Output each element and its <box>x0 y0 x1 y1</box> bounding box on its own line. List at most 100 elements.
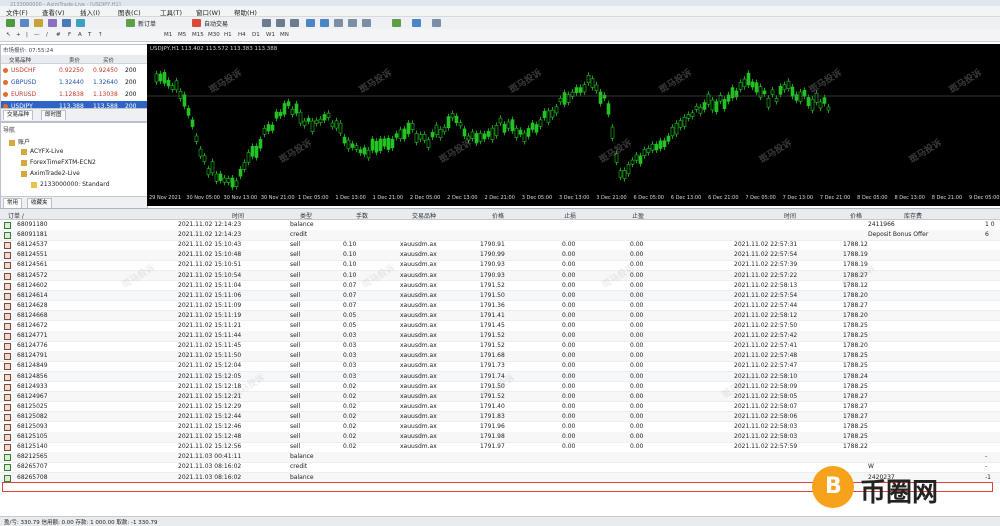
table-row[interactable]: 68124668 2021.11.02 15:11:19 sell 0.05 xauus… <box>0 310 1000 322</box>
cursor-icon[interactable]: ↖ <box>6 32 11 38</box>
quote-row[interactable]: EURUSD 1.12838 1.13038 200 <box>1 89 147 100</box>
tab-symbols[interactable]: 交易品种 <box>3 110 34 120</box>
table-row[interactable]: 68124614 2021.11.02 15:11:06 sell 0.07 xauus… <box>0 290 1000 302</box>
table-row[interactable]: 68124537 2021.11.02 15:10:43 sell 0.10 xauus… <box>0 240 1000 251</box>
tree-account-item[interactable]: ForexTimeFXTM-ECN2 <box>21 159 96 166</box>
col-price[interactable]: 价格 <box>492 211 504 220</box>
table-row[interactable]: 68125082 2021.11.02 15:12:44 sell 0.02 xauus… <box>0 411 1000 423</box>
quote-row[interactable]: USDCHF 0.92250 0.92450 200 <box>1 65 147 76</box>
shift-icon[interactable] <box>362 19 371 27</box>
menu-view[interactable]: 查看(V) <box>42 7 65 17</box>
hline-icon[interactable]: — <box>34 32 40 38</box>
header-bid[interactable]: 卖价 <box>69 56 80 64</box>
auto-trading-button[interactable]: 自动交易 <box>204 19 228 28</box>
table-row[interactable]: 68125105 2021.11.02 15:12:48 sell 0.02 xauus… <box>0 432 1000 443</box>
price-chart[interactable]: USDJPY,H1 113.402 113.572 113.383 113.38… <box>147 44 1000 206</box>
candle-body <box>814 92 819 103</box>
zoom-out-icon[interactable] <box>320 19 329 27</box>
new-order-icon[interactable] <box>126 19 135 27</box>
text-icon[interactable]: A <box>78 32 82 38</box>
header-ask[interactable]: 买价 <box>103 56 114 64</box>
indicators-icon[interactable] <box>392 19 401 27</box>
menu-file[interactable]: 文件(F) <box>6 7 28 17</box>
tf-m1[interactable]: M1 <box>164 32 172 38</box>
menu-insert[interactable]: 插入(I) <box>80 7 100 17</box>
menu-chart[interactable]: 图表(C) <box>118 7 141 17</box>
candle-body <box>246 152 251 163</box>
new-order-button[interactable]: 新订单 <box>138 19 156 28</box>
scroll-icon[interactable] <box>348 19 357 27</box>
col-time[interactable]: 时间 <box>232 211 244 220</box>
tf-h4[interactable]: H4 <box>238 32 246 38</box>
col-size[interactable]: 手数 <box>356 211 368 220</box>
header-symbol[interactable]: 交易品种 <box>9 56 31 64</box>
market-watch-icon[interactable] <box>34 19 43 27</box>
table-row[interactable]: 68124672 2021.11.02 15:11:21 sell 0.05 xauus… <box>0 321 1000 332</box>
candle-body <box>458 122 463 127</box>
table-row[interactable]: 68124791 2021.11.02 15:11:50 sell 0.03 xauus… <box>0 351 1000 362</box>
sell-deal-icon <box>4 262 11 270</box>
bar-chart-icon[interactable] <box>262 19 271 27</box>
table-row[interactable]: 68125093 2021.11.02 15:12:46 sell 0.02 xauus… <box>0 422 1000 433</box>
channel-icon[interactable]: # <box>56 32 61 38</box>
menu-tools[interactable]: 工具(T) <box>160 7 182 17</box>
table-row[interactable]: 68125140 2021.11.02 15:12:56 sell 0.02 xauus… <box>0 442 1000 453</box>
trendline-icon[interactable]: / <box>46 32 48 38</box>
arrows-icon[interactable]: ↑ <box>98 32 103 38</box>
menu-window[interactable]: 窗口(W) <box>196 7 221 17</box>
col-tp[interactable]: 止盈 <box>632 211 644 220</box>
tree-account-item[interactable]: ACYFX-Live <box>21 148 63 155</box>
tree-accounts[interactable]: 账户 <box>9 137 30 146</box>
tree-account-item[interactable]: 2133000000: Standard <box>31 181 109 188</box>
col-sl[interactable]: 止损 <box>564 211 576 220</box>
table-row[interactable]: 68125025 2021.11.02 15:12:29 sell 0.02 xauus… <box>0 402 1000 413</box>
menu-help[interactable]: 帮助(H) <box>234 7 257 17</box>
quote-row[interactable]: GBPUSD 1.32440 1.32640 200 <box>1 77 147 88</box>
tile-icon[interactable] <box>334 19 343 27</box>
periods-icon[interactable] <box>412 19 421 27</box>
tab-favorites[interactable]: 收藏夹 <box>27 198 52 208</box>
tf-d1[interactable]: D1 <box>252 32 260 38</box>
tf-m15[interactable]: M15 <box>192 32 204 38</box>
crosshair-icon[interactable]: + <box>16 32 21 38</box>
candlestick-icon[interactable] <box>276 19 285 27</box>
table-row[interactable]: 68124628 2021.11.02 15:11:09 sell 0.07 xauus… <box>0 301 1000 312</box>
navigator-icon[interactable] <box>48 19 57 27</box>
table-row[interactable]: 68124551 2021.11.02 15:10:48 sell 0.10 xauus… <box>0 250 1000 261</box>
tf-m30[interactable]: M30 <box>208 32 220 38</box>
col-type[interactable]: 类型 <box>300 211 312 220</box>
table-row[interactable]: 68124849 2021.11.02 15:12:04 sell 0.03 xauus… <box>0 361 1000 372</box>
candle-body <box>290 108 295 115</box>
tree-account-item[interactable]: AximTrade2-Live <box>21 170 80 177</box>
col-close-time[interactable]: 时间 <box>784 211 796 220</box>
auto-trading-icon[interactable] <box>192 19 201 27</box>
line-chart-icon[interactable] <box>290 19 299 27</box>
table-row[interactable]: 68124771 2021.11.02 15:11:44 sell 0.03 xauus… <box>0 331 1000 342</box>
table-row[interactable]: 68091181 2021.11.02 12:14:23 credit Deposit… <box>0 230 1000 241</box>
col-swap[interactable]: 库存费 <box>904 211 922 220</box>
tf-mn[interactable]: MN <box>280 32 289 38</box>
col-symbol[interactable]: 交易品种 <box>412 211 436 220</box>
cell-size: 0.02 <box>343 402 357 410</box>
col-close-price[interactable]: 价格 <box>850 211 862 220</box>
table-row[interactable]: 68124776 2021.11.02 15:11:45 sell 0.03 xauus… <box>0 341 1000 352</box>
label-icon[interactable]: T <box>88 32 91 38</box>
table-row[interactable]: 68212565 2021.11.03 00:41:11 balance - <box>0 452 1000 463</box>
tf-m5[interactable]: M5 <box>178 32 186 38</box>
new-chart-icon[interactable] <box>6 19 15 27</box>
col-order[interactable]: 订单 / <box>8 211 24 220</box>
table-row[interactable]: 68124967 2021.11.02 15:12:21 sell 0.02 xauus… <box>0 391 1000 403</box>
vline-icon[interactable]: | <box>26 32 28 38</box>
zoom-in-icon[interactable] <box>306 19 315 27</box>
tf-h1[interactable]: H1 <box>224 32 232 38</box>
profiles-icon[interactable] <box>20 19 29 27</box>
tf-w1[interactable]: W1 <box>266 32 275 38</box>
templates-icon[interactable] <box>432 19 441 27</box>
tab-tick-chart[interactable]: 即时图 <box>41 110 66 120</box>
cell-sl: 0.00 <box>562 372 576 380</box>
table-row[interactable]: 68091180 2021.11.02 12:14:23 balance 241196… <box>0 220 1000 231</box>
tester-icon[interactable] <box>76 19 85 27</box>
fibo-icon[interactable]: F <box>68 32 71 38</box>
terminal-icon[interactable] <box>62 19 71 27</box>
tab-common[interactable]: 常用 <box>3 198 23 208</box>
